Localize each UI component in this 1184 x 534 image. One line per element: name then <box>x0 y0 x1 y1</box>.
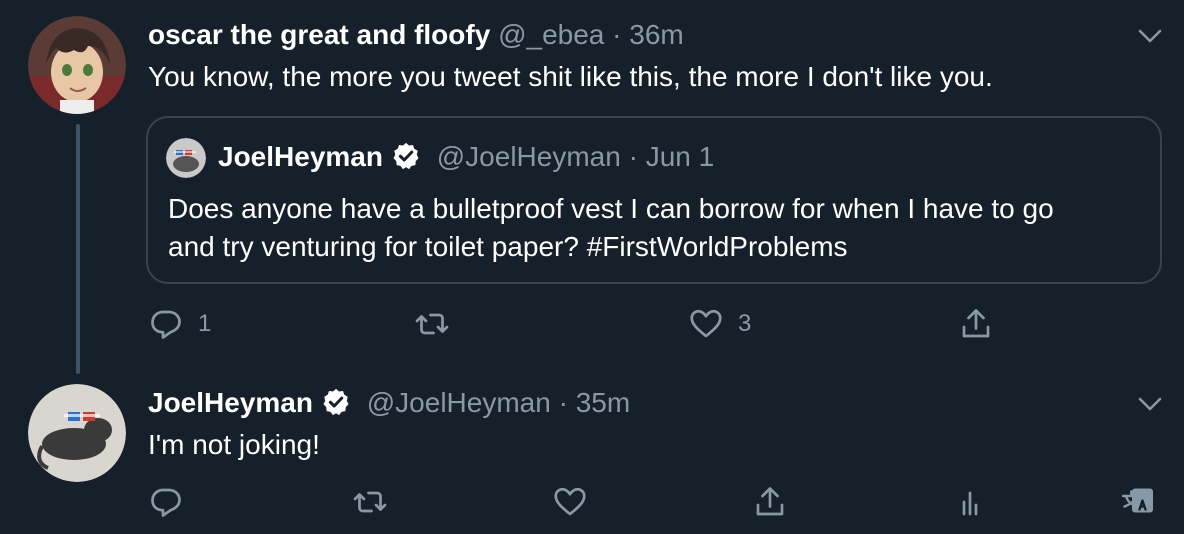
quoted-text-line-1: Does anyone have a bulletproof vest I ca… <box>168 193 1054 224</box>
quoted-avatar-image <box>166 138 206 178</box>
reply-icon <box>151 488 181 517</box>
display-name[interactable]: JoelHeyman <box>148 387 313 418</box>
display-name[interactable]: oscar the great and floofy <box>148 19 490 50</box>
tweet-header: JoelHeyman @JoelHeyman · 35m <box>148 386 630 420</box>
analytics-button[interactable] <box>952 482 988 522</box>
separator-dot: · <box>612 19 622 50</box>
retweet-icon <box>415 313 449 335</box>
verified-badge-icon <box>323 388 349 416</box>
timestamp[interactable]: 36m <box>629 19 683 50</box>
chevron-down-icon[interactable] <box>1136 26 1164 46</box>
separator-dot: · <box>628 141 638 172</box>
translate-button[interactable] <box>1120 482 1156 522</box>
translate-icon <box>1121 488 1153 513</box>
like-count: 3 <box>738 310 752 337</box>
tweet-oscar[interactable]: oscar the great and floofy @_ebea · 36m … <box>0 0 1184 370</box>
reply-button[interactable]: 1 <box>148 304 211 344</box>
analytics-icon <box>962 491 978 516</box>
avatar-image <box>28 384 126 482</box>
quoted-tweet-text: Does anyone have a bulletproof vest I ca… <box>168 190 1054 266</box>
share-icon <box>962 309 990 338</box>
quoted-timestamp[interactable]: Jun 1 <box>646 141 715 172</box>
chevron-down-icon[interactable] <box>1136 394 1164 414</box>
reply-count: 1 <box>198 310 212 337</box>
share-button[interactable] <box>958 304 994 344</box>
quoted-tweet[interactable]: JoelHeyman @JoelHeyman · Jun 1 Does anyo… <box>146 116 1162 284</box>
quoted-avatar[interactable] <box>166 138 206 178</box>
user-handle[interactable]: @JoelHeyman <box>367 387 551 418</box>
quoted-user-handle[interactable]: @JoelHeyman <box>437 141 621 172</box>
like-icon <box>554 487 586 516</box>
like-button[interactable] <box>552 482 588 522</box>
tweet-header: oscar the great and floofy @_ebea · 36m <box>148 18 684 52</box>
avatar-image <box>28 16 126 114</box>
avatar[interactable] <box>28 16 126 114</box>
like-icon <box>690 309 722 338</box>
share-button[interactable] <box>752 482 788 522</box>
retweet-button[interactable] <box>352 482 388 522</box>
separator-dot: · <box>558 387 568 418</box>
like-button[interactable]: 3 <box>688 304 751 344</box>
reply-button[interactable] <box>148 482 184 522</box>
timestamp[interactable]: 35m <box>576 387 630 418</box>
tweet-text: I'm not joking! <box>148 429 320 460</box>
tweet-joel[interactable]: JoelHeyman @JoelHeyman · 35m I'm not jok… <box>0 370 1184 534</box>
retweet-icon <box>353 491 387 513</box>
quoted-text-line-2: and try venturing for toilet paper? #Fir… <box>168 231 848 262</box>
tweet-text: You know, the more you tweet shit like t… <box>148 61 993 92</box>
share-icon <box>756 487 784 516</box>
avatar[interactable] <box>28 384 126 482</box>
retweet-button[interactable] <box>414 304 464 344</box>
user-handle[interactable]: @_ebea <box>498 19 604 50</box>
quoted-display-name[interactable]: JoelHeyman <box>218 141 383 172</box>
reply-icon <box>151 310 181 339</box>
verified-badge-icon <box>393 142 419 170</box>
quoted-header: JoelHeyman @JoelHeyman · Jun 1 <box>218 140 714 174</box>
